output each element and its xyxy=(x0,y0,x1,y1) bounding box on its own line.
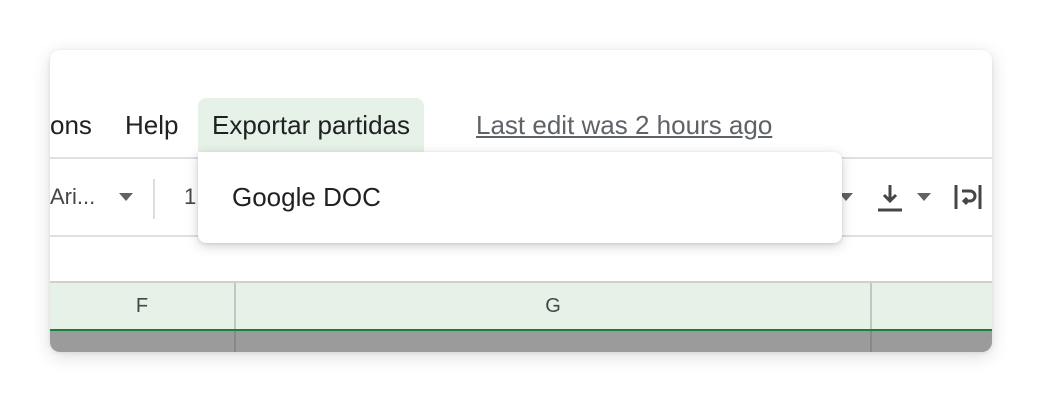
menu-help[interactable]: Help xyxy=(125,98,178,152)
grid-row xyxy=(50,331,992,352)
menu-extensions[interactable]: ons xyxy=(50,98,92,152)
column-header-g[interactable]: G xyxy=(236,283,872,329)
font-size-input[interactable]: 1 xyxy=(184,159,196,235)
cell-divider xyxy=(234,331,236,352)
toolbar-divider xyxy=(153,179,155,219)
menu-bar: ons Help Exportar partidas Last edit was… xyxy=(50,98,992,152)
font-family-select[interactable]: Ari... xyxy=(50,159,95,235)
export-dropdown-menu: Google DOC xyxy=(198,152,842,243)
column-headers: F G xyxy=(50,283,992,331)
menu-exportar-partidas[interactable]: Exportar partidas xyxy=(198,98,424,152)
column-header-f[interactable]: F xyxy=(50,283,236,329)
vertical-align-bottom-icon[interactable] xyxy=(872,179,908,215)
last-edit-link[interactable]: Last edit was 2 hours ago xyxy=(476,98,772,152)
menu-item-google-doc[interactable]: Google DOC xyxy=(232,152,381,243)
font-family-value: Ari... xyxy=(50,184,96,209)
cell-divider xyxy=(870,331,872,352)
text-wrap-icon[interactable] xyxy=(950,179,986,215)
spreadsheet-window: ons Help Exportar partidas Last edit was… xyxy=(50,50,992,352)
chevron-down-icon[interactable] xyxy=(917,193,931,201)
chevron-down-icon[interactable] xyxy=(119,193,133,201)
column-header-h[interactable] xyxy=(872,283,992,329)
